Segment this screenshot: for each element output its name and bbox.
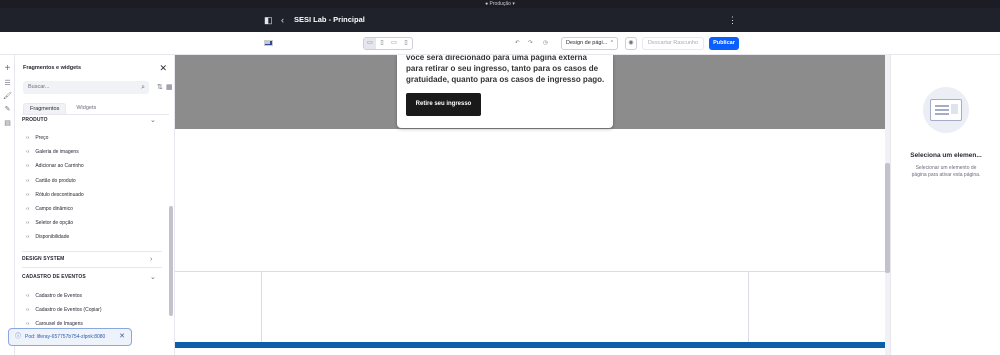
chevron-down-icon[interactable]: ⌄	[150, 274, 156, 281]
code-icon: ‹›	[26, 321, 30, 327]
code-icon: ‹›	[26, 163, 30, 169]
kebab-menu-icon[interactable]: ⋮	[728, 13, 737, 27]
panel-title: Fragmentos e widgets	[23, 65, 82, 71]
sidebar-toggle-icon[interactable]: ◧	[264, 13, 273, 27]
editor-toolbar: ▭ ▯ ▭ ▯ ↶ ↷ ◷ Design de pági... ◉ Descar…	[0, 32, 1000, 55]
comments-icon[interactable]: ▤	[3, 119, 12, 128]
code-icon: ‹›	[26, 307, 30, 313]
search-placeholder: Buscar...	[28, 84, 50, 90]
list-item[interactable]: ‹› Carousel de Imagens	[26, 321, 83, 328]
list-item[interactable]: ‹› Cadastro de Eventos	[26, 293, 82, 300]
empty-state-title: Seleciona um elemen...	[910, 152, 982, 159]
tab-divider	[23, 114, 169, 115]
list-item[interactable]: ‹› Rótulo descontinuado	[26, 192, 84, 199]
undo-icon[interactable]: ↶	[515, 37, 520, 50]
section-cadastro-de-eventos[interactable]: CADASTRO DE EVENTOS	[22, 274, 86, 281]
device-switcher: ▭ ▯ ▭ ▯	[363, 37, 413, 50]
sort-icon[interactable]: ⇅	[157, 83, 163, 92]
empty-state-illustration	[923, 87, 969, 133]
list-item[interactable]: ‹› Seletor de opção	[26, 220, 73, 227]
chevron-down-icon: ▾	[510, 1, 515, 7]
flag-icon[interactable]	[264, 40, 273, 46]
code-icon: ‹›	[26, 293, 30, 299]
info-card[interactable]: você será direcionado para uma página ex…	[397, 55, 613, 128]
add-icon[interactable]: +	[3, 64, 12, 74]
back-icon[interactable]: ‹	[281, 13, 284, 27]
code-icon: ‹›	[26, 149, 30, 155]
grid-view-icon[interactable]: ▦	[166, 83, 173, 92]
empty-state-description: Selecionar um elemento de página para at…	[911, 165, 981, 178]
code-icon: ‹›	[26, 135, 30, 141]
search-icon: ⌕	[141, 84, 145, 91]
chevron-right-icon[interactable]: ›	[150, 256, 152, 263]
section-divider	[22, 251, 162, 252]
publish-button[interactable]: Publicar	[709, 37, 739, 50]
tab-fragmentos[interactable]: Fragmentos	[23, 103, 67, 114]
code-icon: ‹›	[26, 220, 30, 226]
chevron-down-icon[interactable]: ⌄	[150, 117, 156, 124]
list-item[interactable]: ‹› Galeria de imagens	[26, 149, 79, 156]
code-icon: ‹›	[26, 192, 30, 198]
list-item[interactable]: ‹› Adicionar ao Carrinho	[26, 163, 84, 170]
tablet-icon[interactable]: ▯	[376, 38, 388, 49]
fragments-panel: Fragmentos e widgets ✕ Buscar... ⌕ ⇅ ▦ F…	[15, 55, 175, 355]
panel-tabs: Fragmentos Widgets	[23, 103, 102, 114]
grid-guide	[175, 271, 885, 272]
search-input[interactable]: Buscar... ⌕	[23, 81, 149, 94]
list-item[interactable]: ‹› Cartão do produto	[26, 178, 76, 185]
page-canvas[interactable]: você será direcionado para uma página ex…	[175, 55, 885, 355]
list-item[interactable]: ‹› Campo dinâmico	[26, 206, 73, 213]
panel-scrollbar[interactable]	[169, 206, 173, 316]
page-structure-icon[interactable]: ☰	[3, 79, 12, 88]
info-icon: ⓘ	[15, 334, 22, 340]
look-feel-icon[interactable]: ✎	[3, 105, 12, 114]
code-icon: ‹›	[26, 178, 30, 184]
redo-icon[interactable]: ↷	[528, 37, 533, 50]
footer-band	[175, 342, 885, 348]
list-item[interactable]: ‹› Cadastro de Eventos (Copiar)	[26, 307, 102, 314]
paint-icon[interactable]: 🖌	[3, 92, 12, 101]
section-produto[interactable]: PRODUTO	[22, 117, 48, 124]
discard-draft-button[interactable]: Descartar Rascunho	[642, 37, 704, 50]
experience-select[interactable]: Design de pági...	[561, 37, 618, 50]
list-item[interactable]: ‹› Preço	[26, 135, 48, 142]
left-icon-rail: + ☰ 🖌 ✎ ▤	[0, 55, 15, 355]
section-design-system[interactable]: DESIGN SYSTEM	[22, 256, 64, 263]
history-icon[interactable]: ◷	[543, 37, 548, 50]
section-divider	[22, 267, 162, 268]
environment-label: Produção	[489, 1, 511, 7]
list-item[interactable]: ‹› Disponibilidade	[26, 234, 69, 241]
grid-guide	[748, 271, 749, 342]
card-text: você será direcionado para uma página ex…	[406, 55, 605, 84]
code-icon: ‹›	[26, 234, 30, 240]
close-icon[interactable]: ✕	[119, 329, 125, 345]
portrait-phone-icon[interactable]: ▯	[400, 38, 412, 49]
desktop-icon[interactable]: ▭	[364, 38, 376, 49]
code-icon: ‹›	[26, 206, 30, 212]
toast-text: Pod: liferay-657757b754-zlpnk:8080	[25, 334, 106, 340]
app-header: ◧ ‹ SESI Lab - Principal ⋮	[0, 8, 1000, 32]
page-title: SESI Lab - Principal	[294, 15, 365, 24]
close-icon[interactable]: ✕	[159, 63, 167, 73]
landscape-phone-icon[interactable]: ▭	[388, 38, 400, 49]
grid-guide	[261, 271, 262, 342]
eye-icon[interactable]: ◉	[625, 37, 637, 50]
tab-widgets[interactable]: Widgets	[70, 103, 102, 114]
ticket-button[interactable]: Retire seu ingresso	[406, 93, 481, 116]
pod-toast: ⓘ Pod: liferay-657757b754-zlpnk:8080 ✕	[8, 328, 132, 346]
properties-panel: Seleciona um elemen... Selecionar um ele…	[890, 55, 1000, 355]
environment-bar[interactable]: ● Produção ▾	[0, 0, 1000, 8]
